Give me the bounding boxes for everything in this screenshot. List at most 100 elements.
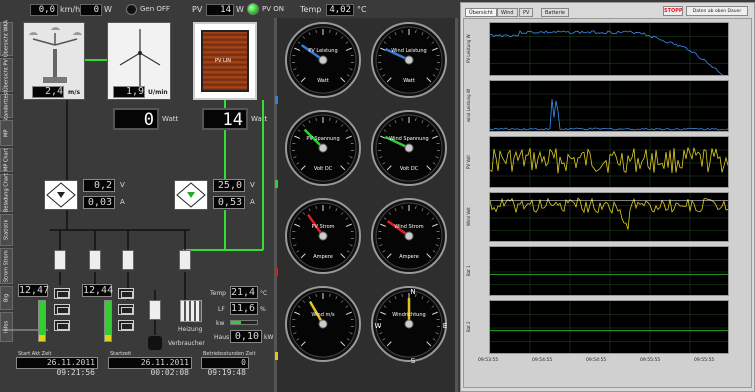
gen-power-unit: W [104,5,112,14]
compass-w: W [374,322,382,330]
wind-speed-unit: km/h [60,5,81,14]
gauge-6 [285,286,361,362]
relay-switch-2[interactable] [89,250,101,270]
env-lf-label: LF [218,306,225,313]
plug-icon [148,336,162,350]
sidebar-tab[interactable]: Big [0,286,13,310]
relay-switch-3[interactable] [122,250,134,270]
pv-v-unit: V [250,181,255,189]
relay-switch-4[interactable] [179,250,191,270]
wind-a-unit: A [120,198,125,206]
gauge-1 [371,22,447,98]
gauge-0 [285,22,361,98]
sidebar-tab[interactable]: Strom Strom [0,248,13,284]
heater-icon [180,300,202,322]
battery-icon [118,320,134,331]
env-lf-display: 11,6 [230,302,258,315]
env-haus-unit: kW [264,334,274,341]
gauge-title: Wind Strom [394,224,424,230]
wind-v-display: 0,2 [83,179,115,192]
pv-module-panel: PV LIN [193,22,257,100]
plot-0 [489,22,729,76]
pv-a-unit: A [250,198,255,206]
sidebar-tab[interactable]: Infos [0,312,13,342]
gauge-title: Wind Spannung [389,136,429,142]
temp-label: Temp [300,5,322,14]
kw-slider-track[interactable] [230,320,258,325]
battery-icon [54,320,70,331]
startzeit-display: 26.11.2011 00:02:08 [108,357,192,377]
wind-watt-unit: Watt [162,115,179,123]
wind-speed-display: 0,0 [30,4,58,16]
env-lf-unit: % [260,306,266,313]
gauge-unit: Volt DC [313,166,333,172]
save-data-button[interactable]: Daten ab oben Dauer [686,6,748,16]
x-tick-label: 09:55:55 [640,358,661,363]
chart-tab[interactable]: Übersicht [465,8,497,17]
gauge-title: PV Leistung [308,48,338,54]
indicator-red [275,268,278,276]
gauge-title: PV Strom [311,224,335,230]
gauge-unit: Watt [317,78,329,84]
indicator-green [275,180,278,188]
plot-y-label: Bat 1 [466,265,471,277]
chart-tab[interactable]: Wind [497,8,518,17]
gauge-4 [285,198,361,274]
compass-e: E [442,322,448,330]
gauge-5 [371,198,447,274]
pv-power-unit: W [236,5,244,14]
rotor-display: 1,9 [113,86,145,98]
chart-tab[interactable]: Batterie [541,8,570,17]
heater-label: Heizung [178,326,203,333]
gauge-title: Wind m/s [311,312,335,318]
env-temp-display: 21,4 [230,286,258,299]
sidebar-tab[interactable]: Übersicht WKA [0,21,13,57]
compass-n: N [410,288,416,296]
x-tick-label: 09:54:55 [532,358,553,363]
anemometer-unit: m/s [68,89,81,96]
env-kw-label: kw [216,320,225,327]
relay-switch-1[interactable] [54,250,66,270]
sidebar-tab[interactable]: MP Chart [0,148,13,172]
battery-icon [118,304,134,315]
betrieb-display: 0 09:19:48 [201,357,249,377]
rotor-unit: U/min [148,89,168,96]
indicator-blue [275,96,278,104]
wind-a-display: 0,03 [83,196,115,209]
sidebar-tab[interactable]: Übersicht PV [0,58,13,92]
indicator-yellow [275,352,278,360]
compass-s: S [410,357,416,365]
consumer-label: Verbraucher [168,340,205,347]
pv-module-label: PV LIN [215,58,232,64]
pv-label: PV [192,5,203,14]
x-tick-label: 09:55:55 [694,358,715,363]
sidebar-tab[interactable]: Statistik [0,214,13,246]
gauge-3 [371,110,447,186]
temp-unit: °C [357,5,367,14]
battery-bank-2-display: 12,44 [82,284,114,297]
relay-switch-5[interactable] [149,300,161,320]
gauge-unit: Watt [403,78,415,84]
pv-status-led [247,3,259,15]
gauge-title: Windrichtung [392,312,426,318]
gen-power-display: 0 [80,4,102,16]
plot-4 [489,246,729,296]
env-temp-label: Temp [210,290,226,297]
kw-slider-fill [231,321,242,324]
wind-converter-icon [44,180,78,210]
wind-turbine-icon [119,29,161,91]
plot-y-label: wind Leistung W [466,89,471,123]
sidebar-tab[interactable]: Standorttest [0,90,13,122]
gauge-title: Wind Leistung [391,48,427,54]
pv-watt-unit: Watt [251,115,268,123]
x-tick-label: 09:54:55 [586,358,607,363]
x-tick-label: 09:53:55 [478,358,499,363]
gauge-unit: Ampere [313,254,333,260]
chart-tab[interactable]: PV [519,8,534,17]
sidebar-tab[interactable]: Beladung Chart [0,174,13,212]
env-haus-display: 0,10 [230,330,262,343]
gauge-2 [285,110,361,186]
plot-y-label: PV Volt [466,155,471,169]
stop-button[interactable]: STOPP [663,6,683,16]
sidebar-tab[interactable]: MP [0,120,13,146]
